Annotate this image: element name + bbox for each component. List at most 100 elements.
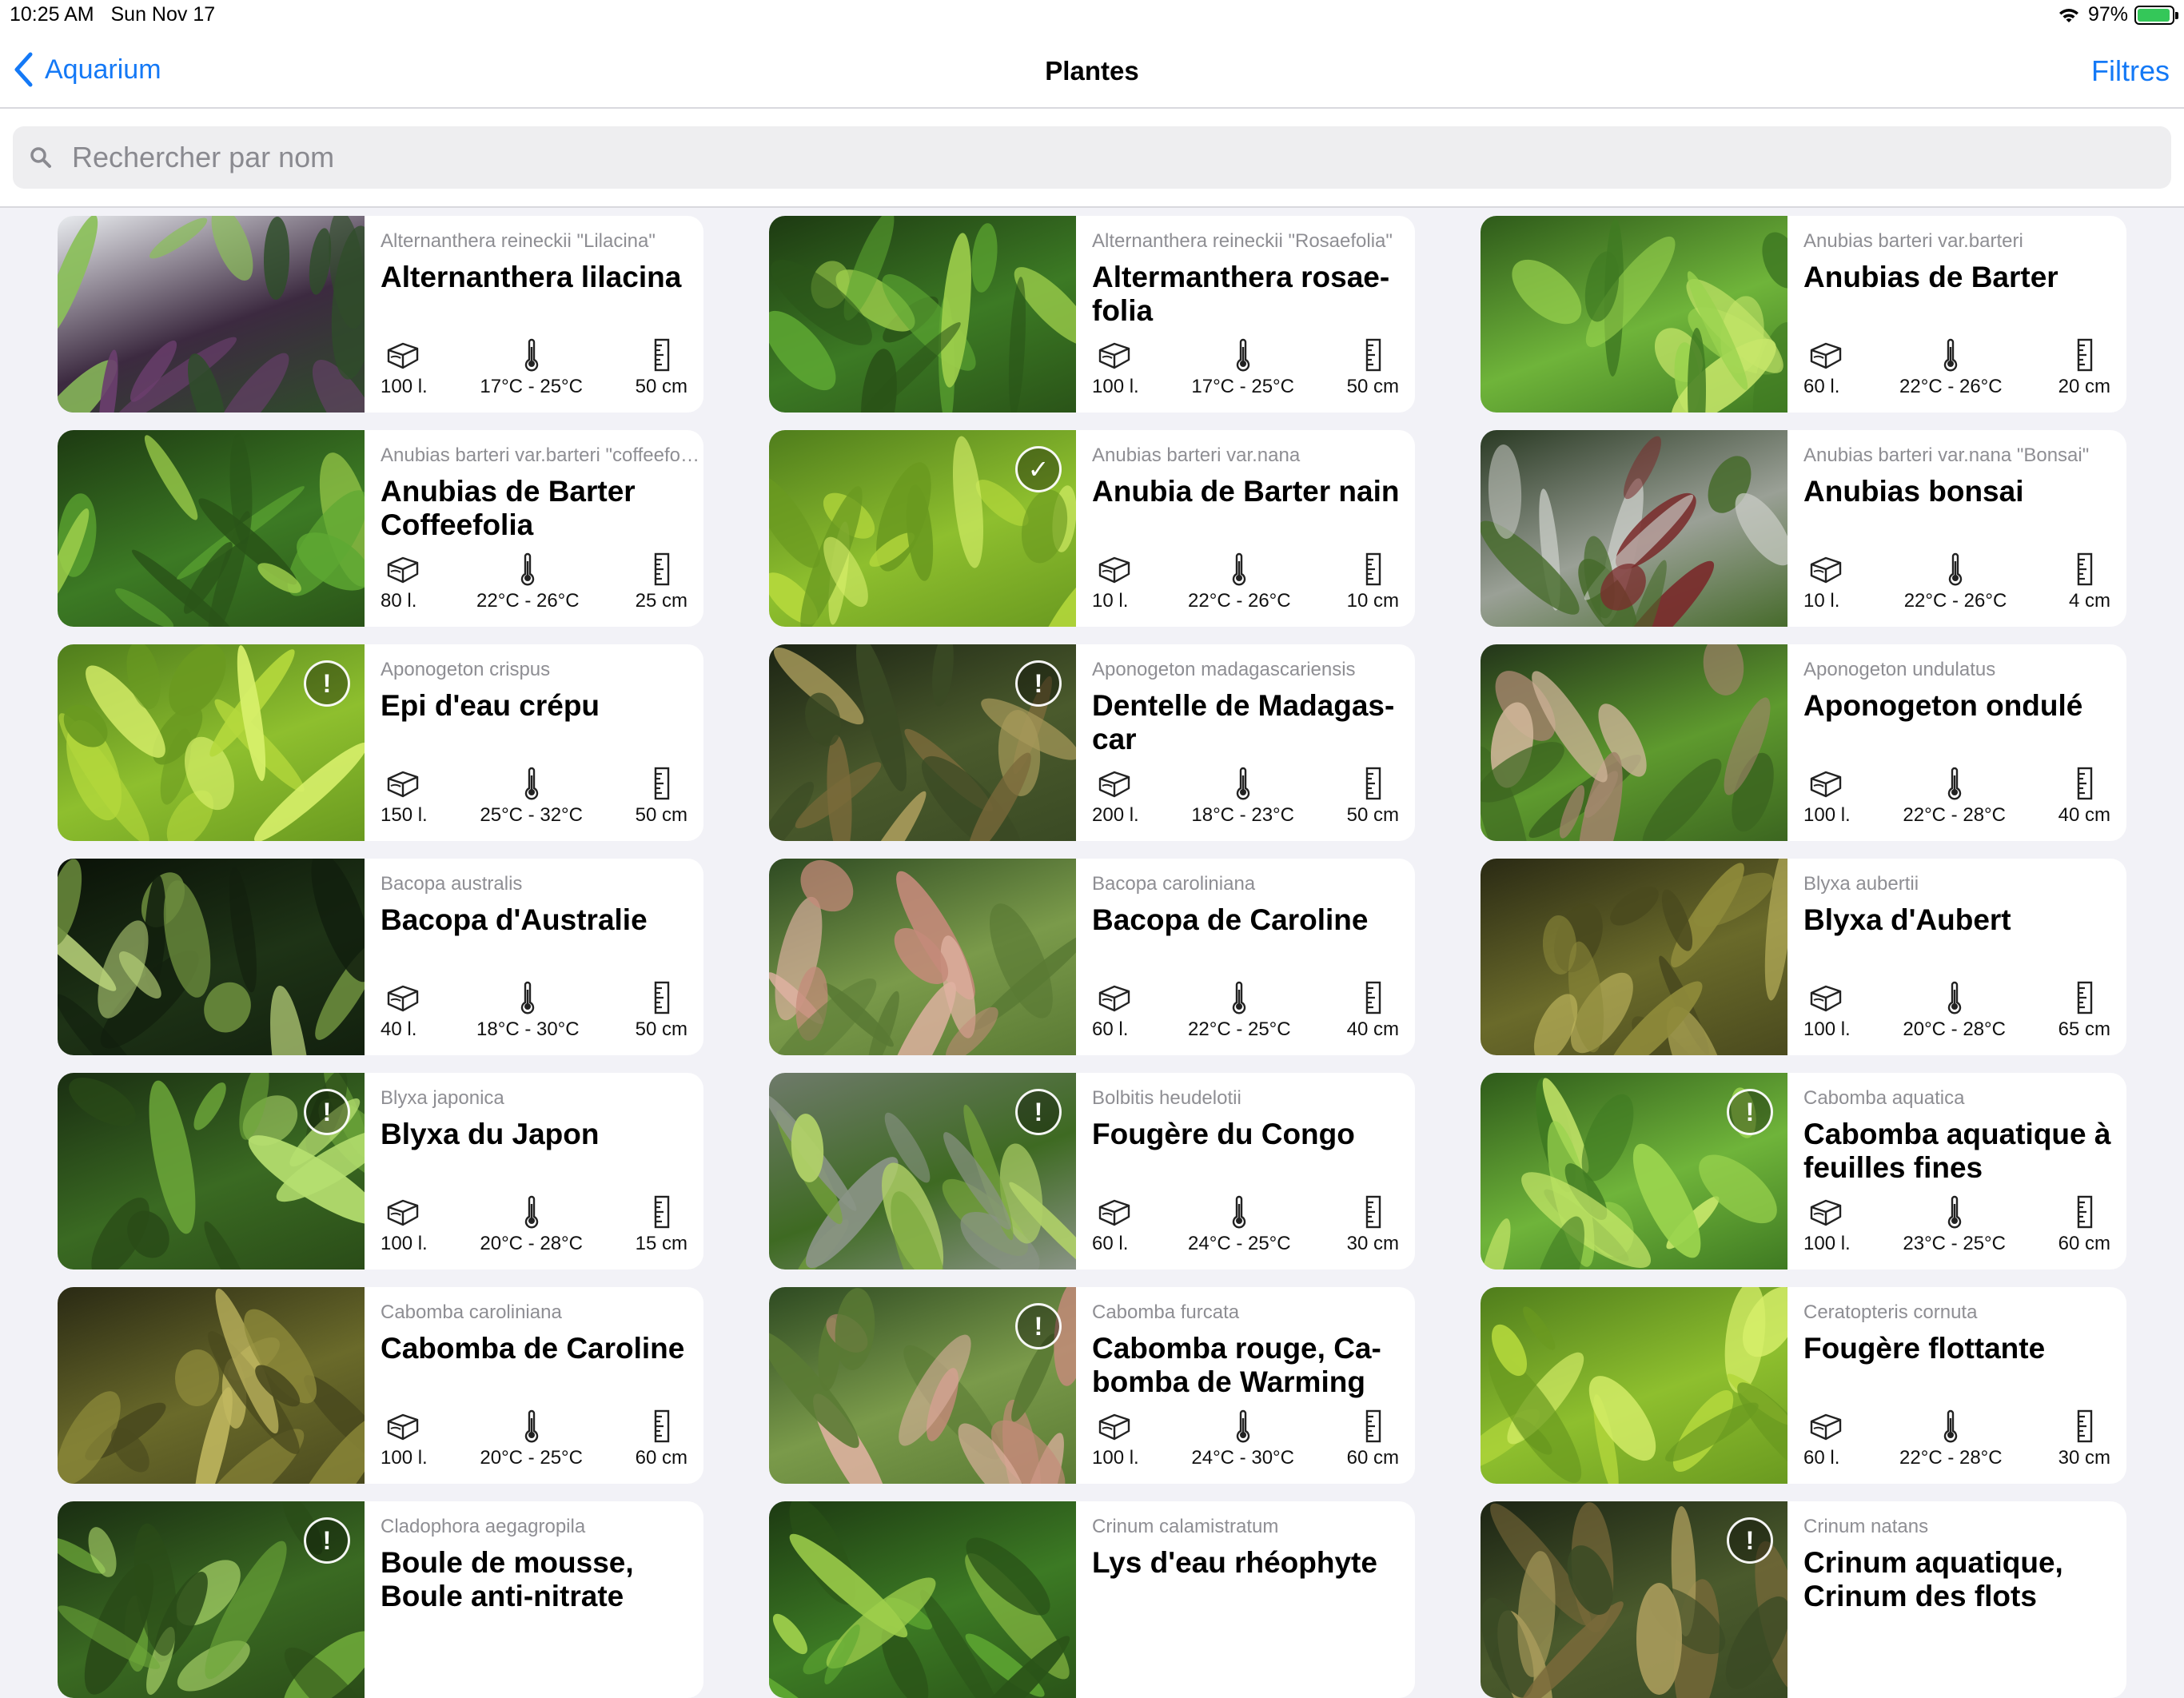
temperature-stat: 20°C - 25°C bbox=[480, 1409, 583, 1469]
plant-photo bbox=[769, 1501, 1076, 1698]
volume-value: 10 l. bbox=[1803, 590, 1840, 612]
filters-button[interactable]: Filtres bbox=[2091, 54, 2170, 88]
aquarium-volume-icon bbox=[1810, 1413, 1842, 1441]
plant-scientific-name: Cabomba aquatica bbox=[1803, 1087, 1965, 1109]
volume-stat: 100 l. bbox=[381, 1194, 428, 1255]
plant-common-name: Bacopa d'Australie bbox=[381, 903, 648, 936]
plant-common-name: Anubias bonsai bbox=[1803, 475, 2024, 508]
volume-stat: 60 l. bbox=[1092, 980, 1132, 1041]
plant-card[interactable]: Blyxa aubertii Blyxa d'Aubert 100 l. 20°… bbox=[1481, 859, 2126, 1055]
plant-card[interactable]: ! Cladophora aegagropila Boule de mousse… bbox=[58, 1501, 703, 1698]
ruler-icon bbox=[2077, 981, 2093, 1014]
plant-card[interactable]: Anubias barteri var.nana "Bonsai" Anubia… bbox=[1481, 430, 2126, 627]
plant-photo: ! bbox=[769, 644, 1076, 841]
temperature-stat: 20°C - 28°C bbox=[1903, 980, 2006, 1041]
thermometer-icon bbox=[521, 552, 535, 586]
plant-card[interactable]: ! Cabomba furcata Cabomba rouge, Ca­bomb… bbox=[769, 1287, 1415, 1484]
temperature-stat: 22°C - 28°C bbox=[1903, 766, 2006, 827]
plant-common-name: Fougère du Congo bbox=[1092, 1118, 1355, 1150]
warning-badge-icon: ! bbox=[304, 1089, 350, 1135]
volume-value: 10 l. bbox=[1092, 590, 1129, 612]
plant-card[interactable]: Bacopa caroliniana Bacopa de Caroline 60… bbox=[769, 859, 1415, 1055]
plant-info: Aponogeton crispus Epi d'eau crépu 150 l… bbox=[365, 644, 703, 841]
temperature-value: 22°C - 28°C bbox=[1903, 804, 2006, 826]
ruler-icon bbox=[1365, 1409, 1381, 1443]
plant-photo: ! bbox=[1481, 1501, 1787, 1698]
ruler-icon bbox=[1365, 338, 1381, 372]
status-time: 10:25 AM Sun Nov 17 bbox=[10, 3, 216, 26]
plant-photo bbox=[58, 1287, 365, 1484]
plant-scientific-name: Cladophora aegagropila bbox=[381, 1516, 586, 1537]
plant-common-name: Bacopa de Caroline bbox=[1092, 903, 1369, 936]
plant-info: Cabomba aquatica Cabomba aquatique à feu… bbox=[1787, 1073, 2126, 1270]
plant-card[interactable]: ! Bolbitis heudelotii Fougère du Congo 6… bbox=[769, 1073, 1415, 1270]
height-stat: 30 cm bbox=[1347, 1194, 1399, 1255]
plant-common-name: Anubias de Barter bbox=[1803, 261, 2058, 293]
ruler-icon bbox=[1365, 552, 1381, 586]
height-value: 60 cm bbox=[1346, 1447, 1399, 1469]
plant-common-name: Cabomba aquatique à feuilles fines bbox=[1803, 1118, 2111, 1184]
plant-card[interactable]: ! Cabomba aquatica Cabomba aquatique à f… bbox=[1481, 1073, 2126, 1270]
plant-card[interactable]: Alternanthera reineckii "Rosaefolia" Alt… bbox=[769, 216, 1415, 413]
plant-info: Cladophora aegagropila Boule de mousse, … bbox=[365, 1501, 703, 1698]
temperature-value: 22°C - 28°C bbox=[1899, 1447, 2003, 1469]
height-value: 20 cm bbox=[2058, 376, 2110, 397]
plant-common-name: Blyxa d'Aubert bbox=[1803, 903, 2011, 936]
plant-stats: 100 l. 20°C - 28°C 15 cm bbox=[381, 1194, 687, 1255]
temperature-value: 18°C - 30°C bbox=[476, 1018, 580, 1040]
temperature-stat: 23°C - 25°C bbox=[1903, 1194, 2006, 1255]
ruler-icon bbox=[2077, 338, 2093, 372]
plant-scientific-name: Anubias barteri var.barteri bbox=[1803, 230, 2023, 252]
plant-stats: 80 l. 22°C - 26°C 25 cm bbox=[381, 552, 687, 612]
battery-percent: 97% bbox=[2087, 3, 2128, 26]
ruler-icon bbox=[1365, 1195, 1381, 1229]
plant-card[interactable]: Ceratopteris cornuta Fougère flottante 6… bbox=[1481, 1287, 2126, 1484]
volume-value: 80 l. bbox=[381, 590, 417, 612]
plant-card[interactable]: Crinum calamistratum Lys d'eau rhéophyte bbox=[769, 1501, 1415, 1698]
temperature-value: 22°C - 26°C bbox=[1899, 376, 2003, 397]
plant-info: Alternanthera reineckii "Lilacina" Alter… bbox=[365, 216, 703, 413]
navigation-bar: Aquarium Plantes Filtres bbox=[0, 32, 2184, 109]
temperature-value: 20°C - 28°C bbox=[480, 1233, 583, 1254]
plant-info: Anubias barteri var.barteri "coffeefolia… bbox=[365, 430, 703, 627]
search-icon bbox=[30, 147, 51, 168]
aquarium-volume-icon bbox=[1098, 771, 1130, 798]
aquarium-volume-icon bbox=[1098, 1413, 1130, 1441]
plant-common-name: Blyxa du Japon bbox=[381, 1118, 600, 1150]
height-value: 15 cm bbox=[635, 1233, 687, 1254]
thermometer-icon bbox=[524, 1195, 538, 1229]
plant-card[interactable]: Cabomba caroliniana Cabomba de Caroline … bbox=[58, 1287, 703, 1484]
volume-stat: 100 l. bbox=[1803, 980, 1851, 1041]
plant-common-name: Cabomba rouge, Ca­bomba de Warming bbox=[1092, 1332, 1381, 1398]
search-bar[interactable] bbox=[13, 126, 2171, 189]
ruler-icon bbox=[2077, 552, 2093, 586]
height-value: 4 cm bbox=[2068, 590, 2110, 612]
plant-photo bbox=[1481, 859, 1787, 1055]
photo-leaf bbox=[947, 434, 989, 570]
volume-value: 100 l. bbox=[381, 1447, 428, 1469]
plant-stats: 60 l. 22°C - 28°C 30 cm bbox=[1803, 1409, 2110, 1469]
plant-photo: ✓ bbox=[769, 430, 1076, 627]
plant-card[interactable]: ! Aponogeton madagascariensis Dentelle d… bbox=[769, 644, 1415, 841]
temperature-value: 20°C - 28°C bbox=[1903, 1018, 2006, 1040]
photo-leaf bbox=[1501, 248, 1594, 337]
plant-card[interactable]: ! Crinum natans Crinum aquatique, Crinum… bbox=[1481, 1501, 2126, 1698]
aquarium-volume-icon bbox=[1810, 556, 1842, 584]
photo-leaf bbox=[1604, 879, 1665, 934]
plant-common-name: Fougère flottante bbox=[1803, 1332, 2046, 1365]
photo-leaf bbox=[1481, 1215, 1517, 1270]
plant-card[interactable]: ✓ Anubias barteri var.nana Anubia de Bar… bbox=[769, 430, 1415, 627]
photo-leaf bbox=[174, 1349, 221, 1408]
plant-photo bbox=[58, 216, 365, 413]
plant-card[interactable]: Anubias barteri var.barteri Anubias de B… bbox=[1481, 216, 2126, 413]
plant-card[interactable]: ! Blyxa japonica Blyxa du Japon 100 l. 2… bbox=[58, 1073, 703, 1270]
temperature-stat: 24°C - 25°C bbox=[1188, 1194, 1291, 1255]
temperature-value: 22°C - 26°C bbox=[476, 590, 580, 612]
search-input[interactable] bbox=[70, 140, 2072, 175]
plant-card[interactable]: Bacopa australis Bacopa d'Australie 40 l… bbox=[58, 859, 703, 1055]
plant-card[interactable]: Anubias barteri var.barteri "coffeefolia… bbox=[58, 430, 703, 627]
plant-card[interactable]: Alternanthera reineckii "Lilacina" Alter… bbox=[58, 216, 703, 413]
thermometer-icon bbox=[1236, 1409, 1249, 1443]
plant-card[interactable]: Aponogeton undulatus Aponogeton ondulé 1… bbox=[1481, 644, 2126, 841]
plant-card[interactable]: ! Aponogeton crispus Epi d'eau crépu 150… bbox=[58, 644, 703, 841]
